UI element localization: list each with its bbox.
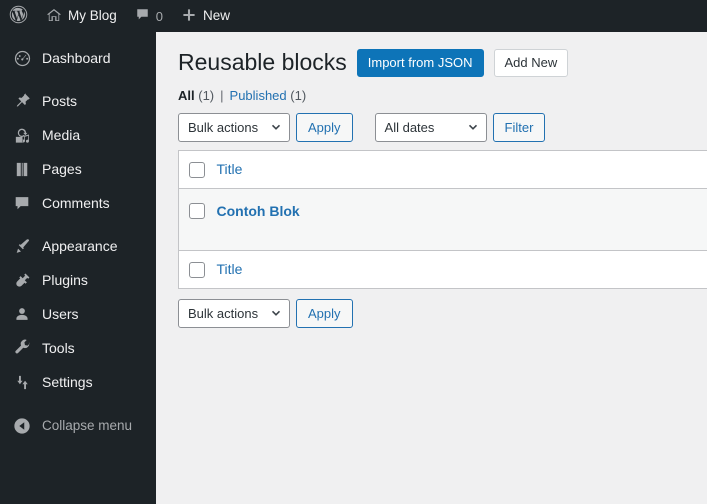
sidebar-label-collapse-menu: Collapse menu (42, 418, 133, 434)
tablenav-bottom: Bulk actions Apply (178, 298, 707, 328)
sort-by-title-link-bottom[interactable]: Title (217, 261, 243, 277)
sidebar-item-dashboard[interactable]: Dashboard (0, 41, 156, 75)
bulk-actions-group-top: Bulk actions Apply (178, 112, 353, 142)
select-all-checkbox-top[interactable] (189, 162, 205, 179)
column-header-title: Title (216, 150, 707, 189)
site-name-label: My Blog (68, 8, 117, 23)
filter-button[interactable]: Filter (492, 112, 546, 142)
pages-icon (12, 159, 32, 179)
comments-count: 0 (155, 8, 164, 24)
chevron-down-icon (270, 121, 282, 133)
bulk-actions-select-top[interactable]: Bulk actions (178, 112, 290, 142)
comment-bubble-icon (12, 193, 32, 213)
paintbrush-icon (12, 236, 32, 256)
wp-logo-menu[interactable] (0, 0, 37, 32)
table-footer-row: Title (178, 249, 707, 289)
bulk-actions-value-top: Bulk actions (188, 119, 259, 135)
table-body: Contoh Blok (178, 188, 707, 251)
sidebar-label-dashboard: Dashboard (42, 50, 111, 66)
wordpress-logo-icon (9, 5, 28, 27)
admin-bar: My Blog 0 New (0, 0, 707, 32)
menu-spacer-2 (0, 220, 156, 229)
collapse-arrow-icon (12, 416, 32, 436)
site-name-menu[interactable]: My Blog (37, 0, 126, 32)
reusable-blocks-table: Title Contoh Blok Title (178, 149, 707, 289)
table-header-row: Title (178, 150, 707, 189)
select-all-header (178, 150, 217, 189)
menu-spacer-top (0, 32, 156, 41)
table-foot: Title (178, 249, 707, 289)
row-title-link[interactable]: Contoh Blok (217, 189, 707, 219)
apply-button-bottom[interactable]: Apply (296, 298, 353, 328)
sidebar-label-settings: Settings (42, 374, 93, 390)
sidebar-item-media[interactable]: Media (0, 118, 156, 152)
chevron-down-icon (467, 121, 479, 133)
status-filter-links: All (1) | Published (1) (178, 88, 707, 103)
bulk-actions-select-bottom[interactable]: Bulk actions (178, 298, 290, 328)
sidebar-item-posts[interactable]: Posts (0, 84, 156, 118)
tablenav-top: Bulk actions Apply All dates Filter (178, 112, 707, 142)
table-head: Title (178, 150, 707, 189)
wrench-icon (12, 338, 32, 358)
filter-published-count: (1) (290, 87, 307, 103)
date-filter-select[interactable]: All dates (374, 112, 487, 142)
filter-all: All (1) (178, 88, 214, 103)
chevron-down-icon (270, 307, 282, 319)
table-row: Contoh Blok (178, 188, 707, 251)
page-header: Reusable blocks Import from JSON Add New (178, 48, 707, 78)
sidebar-label-pages: Pages (42, 161, 82, 177)
sidebar-label-users: Users (42, 306, 79, 322)
sidebar-item-tools[interactable]: Tools (0, 331, 156, 365)
bulk-actions-value-bottom: Bulk actions (188, 305, 259, 321)
page-title: Reusable blocks (178, 49, 347, 75)
main-content-area: Reusable blocks Import from JSON Add New… (156, 32, 707, 504)
select-all-footer (178, 249, 217, 289)
sidebar-item-appearance[interactable]: Appearance (0, 229, 156, 263)
sidebar-label-media: Media (42, 127, 81, 143)
home-icon (46, 7, 62, 26)
filter-published: Published (1) (230, 88, 307, 103)
sidebar-item-pages[interactable]: Pages (0, 152, 156, 186)
plus-icon (181, 7, 197, 26)
sort-by-title-link-top[interactable]: Title (217, 161, 243, 177)
new-content-menu[interactable]: New (172, 0, 239, 32)
new-content-label: New (203, 8, 231, 23)
sidebar-label-appearance: Appearance (42, 238, 118, 254)
sidebar-label-comments: Comments (42, 195, 110, 211)
date-filter-value: All dates (384, 119, 435, 135)
filter-published-link[interactable]: Published (230, 88, 287, 103)
filter-all-link[interactable]: All (178, 88, 195, 103)
comments-menu[interactable]: 0 (126, 0, 172, 32)
add-new-button[interactable]: Add New (493, 48, 569, 77)
sidebar-item-settings[interactable]: Settings (0, 365, 156, 399)
sidebar-item-users[interactable]: Users (0, 297, 156, 331)
sliders-icon (12, 372, 32, 392)
row-select-cell (179, 188, 217, 250)
comment-bubble-icon (135, 7, 150, 25)
media-icon (12, 125, 32, 145)
date-filter-group: All dates Filter (374, 112, 546, 142)
apply-button-top[interactable]: Apply (296, 112, 353, 142)
page-wrap: Reusable blocks Import from JSON Add New… (156, 32, 707, 328)
filter-all-count: (1) (198, 87, 215, 103)
sidebar-label-tools: Tools (42, 340, 75, 356)
select-all-checkbox-bottom[interactable] (189, 262, 205, 279)
sidebar-item-plugins[interactable]: Plugins (0, 263, 156, 297)
pin-icon (12, 91, 32, 111)
import-from-json-button[interactable]: Import from JSON (356, 48, 484, 77)
filter-divider: | (220, 87, 224, 103)
menu-spacer-1 (0, 75, 156, 84)
column-footer-title: Title (216, 249, 707, 289)
dashboard-icon (12, 48, 32, 68)
bulk-actions-group-bottom: Bulk actions Apply (178, 298, 353, 328)
sidebar-item-comments[interactable]: Comments (0, 186, 156, 220)
sidebar-label-posts: Posts (42, 93, 78, 109)
user-icon (12, 304, 32, 324)
sidebar-item-collapse-menu[interactable]: Collapse menu (0, 409, 156, 443)
row-title-cell: Contoh Blok (217, 188, 707, 250)
admin-sidebar-menu: Dashboard Posts Media Pages Comments App… (0, 32, 156, 504)
row-checkbox[interactable] (189, 202, 205, 219)
sidebar-label-plugins: Plugins (42, 272, 88, 288)
plug-icon (12, 270, 32, 290)
